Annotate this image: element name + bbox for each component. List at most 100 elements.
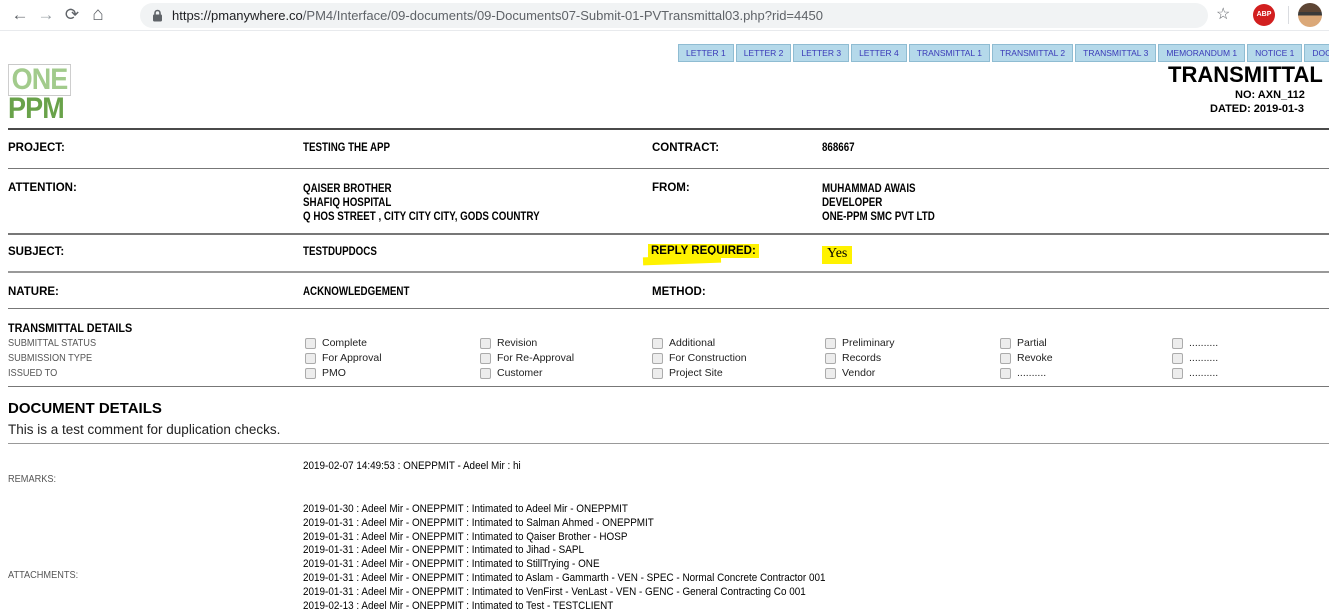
attention-line: Q HOS STREET , CITY CITY CITY, GODS COUN… <box>303 210 540 224</box>
option-issued-other-1[interactable]: .......... <box>1000 367 1046 379</box>
attachment-entry: 2019-01-31 : Adeel Mir - ONEPPMIT : Inti… <box>303 558 826 572</box>
bookmark-star-icon[interactable]: ☆ <box>1216 4 1230 24</box>
option-vendor[interactable]: Vendor <box>825 367 875 379</box>
option-type-other[interactable]: .......... <box>1172 352 1218 364</box>
option-additional[interactable]: Additional <box>652 337 715 349</box>
from-line: MUHAMMAD AWAIS <box>822 182 935 196</box>
page-title: TRANSMITTAL <box>1168 62 1323 88</box>
nav-documents-menu[interactable]: DOCUMENTS MENU <box>1304 44 1329 62</box>
transmittal-details-title: TRANSMITTAL DETAILS <box>8 321 132 335</box>
reply-required-label: REPLY REQUIRED: <box>648 245 759 257</box>
forward-icon[interactable]: → <box>34 3 58 27</box>
attachment-entry: 2019-01-31 : Adeel Mir - ONEPPMIT : Inti… <box>303 572 826 586</box>
address-bar[interactable]: https://pmanywhere.co/PM4/Interface/09-d… <box>140 3 1208 28</box>
from-line: DEVELOPER <box>822 196 935 210</box>
nav-transmittal-1[interactable]: TRANSMITTAL 1 <box>909 44 990 62</box>
from-line: ONE-PPM SMC PVT LTD <box>822 210 935 224</box>
document-comment: This is a test comment for duplication c… <box>8 422 280 437</box>
remarks-label: REMARKS: <box>8 474 56 485</box>
from-label: FROM: <box>652 182 690 194</box>
url-host: https://pmanywhere.co <box>172 8 303 23</box>
checkbox-icon[interactable] <box>480 338 491 349</box>
nav-transmittal-3[interactable]: TRANSMITTAL 3 <box>1075 44 1156 62</box>
divider <box>8 233 1329 235</box>
subject-value: TESTDUPDOCS <box>303 246 377 258</box>
option-records[interactable]: Records <box>825 352 881 364</box>
profile-avatar[interactable] <box>1298 3 1322 27</box>
checkbox-icon[interactable] <box>480 353 491 364</box>
nav-letter-1[interactable]: LETTER 1 <box>678 44 734 62</box>
option-partial[interactable]: Partial <box>1000 337 1047 349</box>
attachments-label: ATTACHMENTS: <box>8 570 78 581</box>
option-pmo[interactable]: PMO <box>305 367 346 379</box>
option-customer[interactable]: Customer <box>480 367 543 379</box>
reload-icon[interactable]: ⟳ <box>60 3 84 27</box>
attachment-entry: 2019-01-31 : Adeel Mir - ONEPPMIT : Inti… <box>303 531 826 545</box>
browser-toolbar: ← → ⟳ ⌂ https://pmanywhere.co/PM4/Interf… <box>0 0 1329 31</box>
checkbox-icon[interactable] <box>480 368 491 379</box>
option-complete[interactable]: Complete <box>305 337 367 349</box>
checkbox-icon[interactable] <box>652 353 663 364</box>
attachment-entry: 2019-02-13 : Adeel Mir - ONEPPMIT : Inti… <box>303 600 826 610</box>
option-for-re-approval[interactable]: For Re-Approval <box>480 352 574 364</box>
submittal-status-label: SUBMITTAL STATUS <box>8 338 96 349</box>
option-revoke[interactable]: Revoke <box>1000 352 1053 364</box>
option-preliminary[interactable]: Preliminary <box>825 337 895 349</box>
subject-label: SUBJECT: <box>8 246 64 258</box>
option-project-site[interactable]: Project Site <box>652 367 723 379</box>
nav-transmittal-2[interactable]: TRANSMITTAL 2 <box>992 44 1073 62</box>
attachment-entry: 2019-01-30 : Adeel Mir - ONEPPMIT : Inti… <box>303 503 826 517</box>
method-label: METHOD: <box>652 286 706 298</box>
from-value: MUHAMMAD AWAIS DEVELOPER ONE-PPM SMC PVT… <box>822 182 935 224</box>
divider <box>8 386 1329 387</box>
nature-label: NATURE: <box>8 286 59 298</box>
page: { "browser": { "url_host": "https://pman… <box>0 0 1329 610</box>
checkbox-icon[interactable] <box>652 368 663 379</box>
nav-memorandum-1[interactable]: MEMORANDUM 1 <box>1158 44 1245 62</box>
project-label: PROJECT: <box>8 142 65 154</box>
checkbox-icon[interactable] <box>1172 353 1183 364</box>
option-revision[interactable]: Revision <box>480 337 537 349</box>
project-value: TESTING THE APP <box>303 142 390 154</box>
option-for-construction[interactable]: For Construction <box>652 352 747 364</box>
submission-type-label: SUBMISSION TYPE <box>8 353 92 364</box>
reply-required-value: Yes <box>822 246 852 264</box>
option-issued-other-2[interactable]: .......... <box>1172 367 1218 379</box>
remarks-entry: 2019-02-07 14:49:53 : ONEPPMIT - Adeel M… <box>303 460 521 474</box>
url-path: /PM4/Interface/09-documents/09-Documents… <box>303 8 823 23</box>
checkbox-icon[interactable] <box>305 338 316 349</box>
nav-notice-1[interactable]: NOTICE 1 <box>1247 44 1302 62</box>
home-icon[interactable]: ⌂ <box>86 3 110 27</box>
option-status-other[interactable]: .......... <box>1172 337 1218 349</box>
reply-required-highlight: REPLY REQUIRED: <box>648 244 759 258</box>
checkbox-icon[interactable] <box>1172 368 1183 379</box>
back-icon[interactable]: ← <box>8 3 32 27</box>
checkbox-icon[interactable] <box>305 353 316 364</box>
transmittal-number: NO: AXN_112 <box>1235 89 1305 101</box>
adblock-extension-icon[interactable]: ABP <box>1253 4 1275 26</box>
checkbox-icon[interactable] <box>825 338 836 349</box>
url-text: https://pmanywhere.co/PM4/Interface/09-d… <box>172 8 823 23</box>
checkbox-icon[interactable] <box>1000 353 1011 364</box>
checkbox-icon[interactable] <box>652 338 663 349</box>
contract-label: CONTRACT: <box>652 142 719 154</box>
attention-line: QAISER BROTHER <box>303 182 540 196</box>
checkbox-icon[interactable] <box>825 368 836 379</box>
document-nav-bar: LETTER 1 LETTER 2 LETTER 3 LETTER 4 TRAN… <box>678 44 1329 62</box>
checkbox-icon[interactable] <box>1000 368 1011 379</box>
toolbar-divider <box>1288 6 1289 24</box>
nav-letter-3[interactable]: LETTER 3 <box>793 44 849 62</box>
option-for-approval[interactable]: For Approval <box>305 352 382 364</box>
nav-letter-4[interactable]: LETTER 4 <box>851 44 907 62</box>
attention-line: SHAFIQ HOSPITAL <box>303 196 540 210</box>
checkbox-icon[interactable] <box>305 368 316 379</box>
nav-letter-2[interactable]: LETTER 2 <box>736 44 792 62</box>
attachment-entry: 2019-01-31 : Adeel Mir - ONEPPMIT : Inti… <box>303 544 826 558</box>
checkbox-icon[interactable] <box>825 353 836 364</box>
checkbox-icon[interactable] <box>1000 338 1011 349</box>
lock-icon <box>152 9 163 22</box>
attachment-entry: 2019-01-31 : Adeel Mir - ONEPPMIT : Inti… <box>303 586 826 600</box>
checkbox-icon[interactable] <box>1172 338 1183 349</box>
divider <box>8 128 1329 130</box>
nature-value: ACKNOWLEDGEMENT <box>303 286 409 298</box>
